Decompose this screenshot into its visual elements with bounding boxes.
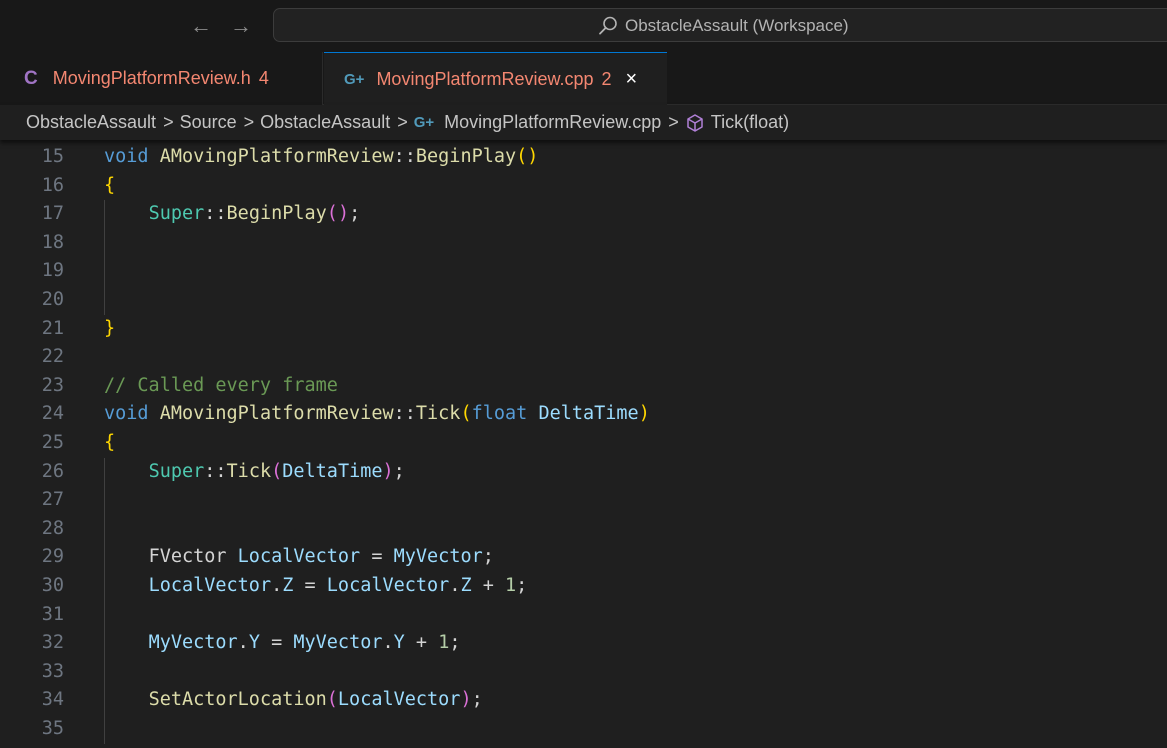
line-number: 33	[41, 660, 64, 682]
code-line[interactable]: 32 MyVector.Y = MyVector.Y + 1;	[0, 629, 1167, 658]
line-number: 22	[41, 346, 64, 368]
c-header-file-icon: C	[24, 67, 38, 89]
breadcrumb-item[interactable]: MovingPlatformReview.cpp	[444, 112, 661, 133]
tab-moving-platform-cpp[interactable]: G+ MovingPlatformReview.cpp 2 ×	[324, 52, 667, 105]
search-content: ObstacleAssault (Workspace)	[597, 15, 849, 37]
line-number: 28	[41, 517, 64, 539]
breadcrumb-item[interactable]: ObstacleAssault	[26, 112, 156, 133]
code-text: void AMovingPlatformReview::BeginPlay()	[104, 146, 539, 167]
line-number: 25	[41, 432, 64, 453]
code-text: FVector LocalVector = MyVector;	[148, 546, 494, 568]
code-line[interactable]: 16 {	[0, 172, 1167, 201]
code-line[interactable]: 18	[0, 229, 1167, 258]
line-number: 29	[41, 546, 64, 568]
cpp-file-icon: G+	[413, 114, 435, 131]
tab-moving-platform-header[interactable]: C MovingPlatformReview.h 4	[0, 52, 323, 105]
code-line[interactable]: 27	[0, 486, 1167, 515]
code-line[interactable]: 23 // Called every frame	[0, 372, 1167, 401]
breadcrumb-item[interactable]: Source	[180, 112, 237, 133]
line-number: 20	[41, 289, 64, 310]
code-line[interactable]: 30 LocalVector.Z = LocalVector.Z + 1;	[0, 572, 1167, 601]
code-text: }	[104, 317, 116, 339]
forward-arrow-icon[interactable]: →	[228, 12, 254, 40]
code-text: void AMovingPlatformReview::Tick(float D…	[104, 403, 650, 425]
breadcrumb-item[interactable]: Tick(float)	[711, 112, 789, 133]
code-text: {	[104, 432, 116, 453]
command-center-search[interactable]: ObstacleAssault (Workspace)	[273, 8, 1167, 42]
line-number: 31	[41, 603, 64, 625]
editor-tab-bar: C MovingPlatformReview.h 4 G+ MovingPlat…	[0, 52, 1167, 105]
chevron-right-icon: >	[243, 112, 255, 132]
line-number: 16	[41, 174, 64, 196]
code-line[interactable]: 20	[0, 286, 1167, 315]
close-icon[interactable]: ×	[626, 68, 638, 91]
line-number: 18	[41, 231, 64, 253]
code-line[interactable]: 35	[0, 715, 1167, 744]
chevron-right-icon: >	[668, 112, 679, 132]
line-number: 35	[41, 718, 64, 739]
code-line[interactable]: 21}	[0, 315, 1167, 344]
code-line[interactable]: 19	[0, 257, 1167, 286]
breadcrumb: ObstacleAssault > Source > ObstacleAssau…	[0, 105, 1167, 140]
line-number: 19	[41, 260, 64, 282]
workspace-title: ObstacleAssault (Workspace)	[625, 16, 849, 35]
chevron-right-icon: >	[163, 112, 174, 132]
cpp-file-icon: G+	[344, 70, 365, 88]
line-number: 21	[41, 317, 64, 339]
code-line[interactable]: 24 void AMovingPlatformReview::Tick(float…	[0, 400, 1167, 429]
line-number: 30	[41, 575, 64, 596]
line-number: 32	[41, 632, 64, 654]
method-cube-icon	[687, 113, 703, 132]
code-text: MyVector.Y = MyVector.Y + 1;	[148, 632, 461, 654]
line-number: 24	[41, 403, 64, 425]
code-line[interactable]: 28	[0, 515, 1167, 544]
indent-guide	[104, 200, 105, 315]
title-bar: ← → ObstacleAssault (Workspace)	[0, 0, 1167, 52]
code-text: LocalVector.Z = LocalVector.Z + 1;	[148, 575, 528, 596]
tab-label: MovingPlatformReview.cpp	[376, 68, 594, 89]
code-line[interactable]: 15 void AMovingPlatformReview::BeginPlay(…	[0, 143, 1167, 172]
code-line[interactable]: 26 Super::Tick(DeltaTime);	[0, 458, 1167, 487]
search-icon	[599, 16, 617, 35]
code-text: Super::BeginPlay();	[148, 203, 361, 225]
chevron-right-icon: >	[397, 112, 408, 132]
code-editor[interactable]: 15 void AMovingPlatformReview::BeginPlay(…	[0, 140, 1167, 748]
code-line[interactable]: 31	[0, 601, 1167, 630]
code-text: // Called every frame	[104, 374, 338, 396]
line-number: 23	[41, 374, 64, 396]
breadcrumb-item[interactable]: ObstacleAssault	[260, 112, 390, 133]
back-arrow-icon[interactable]: ←	[188, 12, 214, 40]
code-line[interactable]: 22	[0, 343, 1167, 372]
code-line[interactable]: 34 SetActorLocation(LocalVector);	[0, 686, 1167, 715]
tab-label: MovingPlatformReview.h	[52, 68, 251, 88]
code-text: SetActorLocation(LocalVector);	[148, 689, 483, 711]
code-text: Super::Tick(DeltaTime);	[148, 460, 405, 482]
code-line[interactable]: 17 Super::BeginPlay();	[0, 200, 1167, 229]
code-line[interactable]: 33	[0, 658, 1167, 687]
problem-count-badge: 4	[258, 68, 269, 88]
indent-guide	[104, 457, 105, 744]
line-number: 34	[41, 689, 64, 711]
code-text: {	[104, 174, 116, 196]
code-line[interactable]: 25 {	[0, 429, 1167, 458]
line-number: 15	[41, 146, 64, 167]
problem-count-badge: 2	[601, 68, 612, 89]
line-number: 27	[41, 489, 64, 511]
line-number: 26	[41, 460, 64, 482]
line-number: 17	[41, 203, 64, 225]
code-line[interactable]: 29 FVector LocalVector = MyVector;	[0, 543, 1167, 572]
